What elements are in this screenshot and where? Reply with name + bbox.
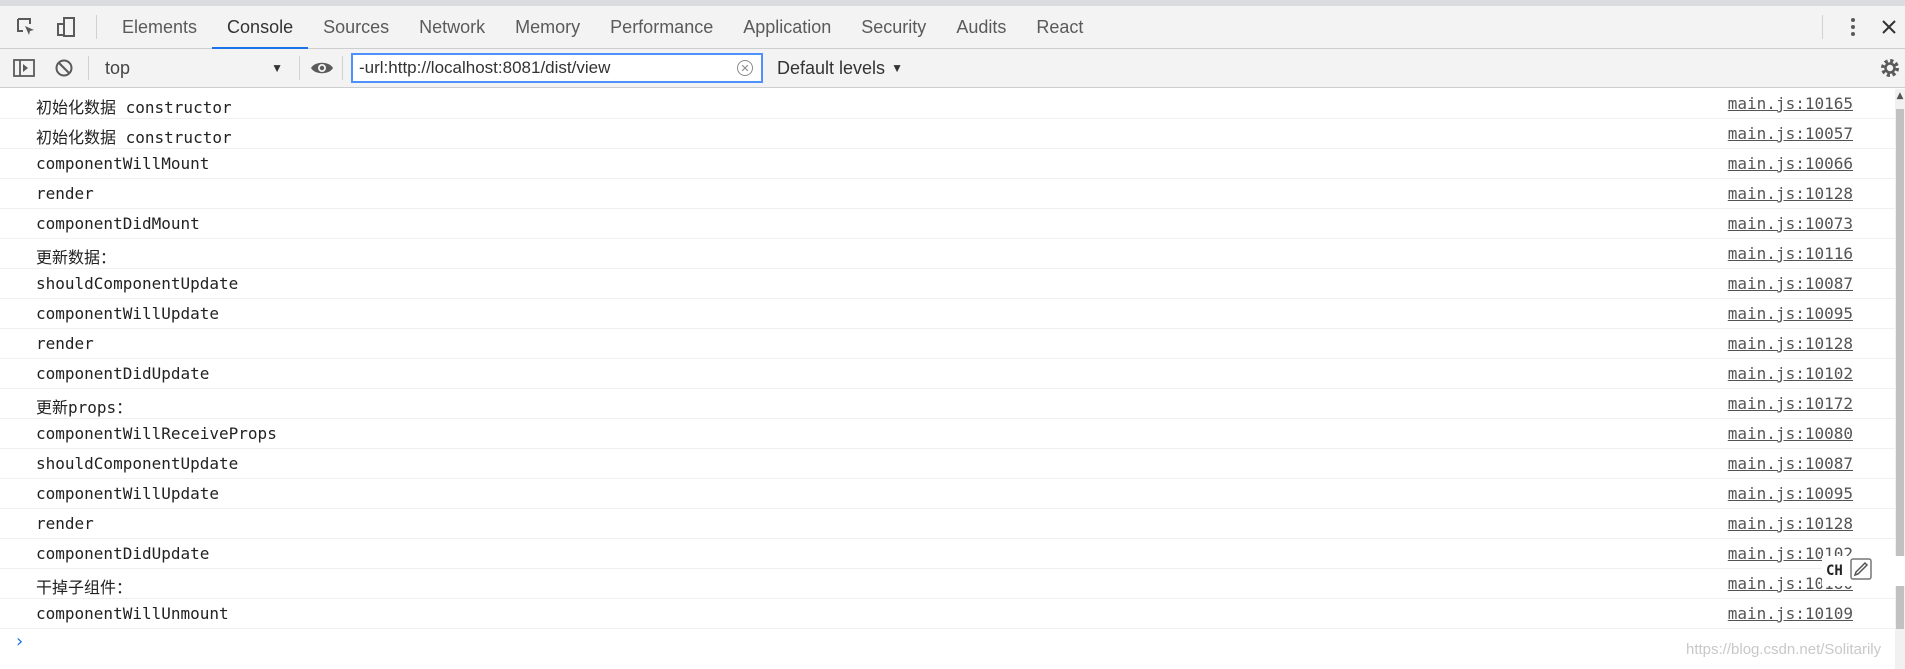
context-select[interactable]: top ▼ [93,53,293,83]
source-link[interactable]: main.js:10128 [1728,184,1853,203]
more-options-icon[interactable] [1833,6,1873,48]
ime-pen-icon[interactable] [1849,557,1873,585]
console-message-row: 更新数据： main.js:10116 [0,239,1895,269]
device-toolbar-icon[interactable] [46,6,86,48]
console-filter[interactable]: ✕ [351,53,763,83]
inspect-element-icon[interactable] [6,6,46,48]
toolbar-divider [342,56,343,80]
tab-security[interactable]: Security [846,6,941,48]
live-expression-eye-icon[interactable] [306,47,338,89]
console-message-text: shouldComponentUpdate [36,454,239,473]
show-sidebar-icon[interactable] [4,47,44,89]
devtools-tabbar: Elements Console Sources Network Memory Perfo… [0,6,1905,49]
context-select-value: top [105,57,131,78]
source-link[interactable]: main.js:10095 [1728,304,1853,323]
console-message-text: 更新props： [36,398,133,417]
tab-memory[interactable]: Memory [500,6,595,48]
source-link[interactable]: main.js:10102 [1728,364,1853,383]
console-message-text: 更新数据： [36,248,117,267]
source-link[interactable]: main.js:10095 [1728,484,1853,503]
source-link[interactable]: main.js:10066 [1728,154,1853,173]
console-message-row: 初始化数据 constructor main.js:10165 [0,89,1895,119]
source-link[interactable]: main.js:10128 [1728,514,1853,533]
prompt-chevron-icon: › [14,631,25,652]
scrollbar-thumb[interactable] [1896,109,1904,629]
source-link[interactable]: main.js:10080 [1728,424,1853,443]
console-toolbar: top ▼ ✕ Default levels ▼ [0,49,1905,88]
console-message-row: shouldComponentUpdate main.js:10087 [0,269,1895,299]
console-message-row: render main.js:10128 [0,509,1895,539]
clear-console-icon[interactable] [44,47,84,89]
tab-console[interactable]: Console [212,6,309,49]
tab-elements[interactable]: Elements [107,6,212,48]
console-message-text: shouldComponentUpdate [36,274,239,293]
console-message-row: 初始化数据 constructor main.js:10057 [0,119,1895,149]
source-link[interactable]: main.js:10116 [1728,244,1853,263]
tab-sources[interactable]: Sources [308,6,404,48]
console-message-row: componentDidUpdate main.js:10102 [0,539,1895,569]
source-link[interactable]: main.js:10087 [1728,454,1853,473]
watermark: https://blog.csdn.net/Solitarily [1686,641,1882,658]
console-message-text: componentWillUpdate [36,484,220,503]
filter-input[interactable] [359,58,729,78]
tab-audits[interactable]: Audits [941,6,1021,48]
panel-tabs: Elements Console Sources Network Memory Perfo… [107,6,1098,49]
tab-performance[interactable]: Performance [595,6,728,48]
console-message-text: componentWillReceiveProps [36,424,277,443]
console-message-row: componentWillUpdate main.js:10095 [0,479,1895,509]
source-link[interactable]: main.js:10109 [1728,604,1853,623]
chevron-down-icon: ▼ [271,61,283,75]
console-message-text: 初始化数据 constructor [36,98,232,117]
source-link[interactable]: main.js:10172 [1728,394,1853,413]
console-message-text: componentWillUpdate [36,304,220,323]
tab-react[interactable]: React [1021,6,1098,48]
close-icon[interactable] [1873,6,1905,48]
console-message-text: render [36,334,94,353]
console-message-row: componentDidMount main.js:10073 [0,209,1895,239]
console-message-text: componentWillUnmount [36,604,229,623]
source-link[interactable]: main.js:10073 [1728,214,1853,233]
console-message-row: componentWillUpdate main.js:10095 [0,299,1895,329]
settings-gear-icon[interactable] [1875,53,1905,83]
console-message-text: render [36,184,94,203]
log-levels-label: Default levels [777,57,886,78]
console-message-text: componentDidMount [36,214,200,233]
console-message-row: shouldComponentUpdate main.js:10087 [0,449,1895,479]
console-messages: 初始化数据 constructor main.js:10165 初始化数据 cons… [0,89,1895,669]
log-levels-dropdown[interactable]: Default levels ▼ [777,58,903,79]
tab-network[interactable]: Network [404,6,500,48]
source-link[interactable]: main.js:10128 [1728,334,1853,353]
scroll-up-arrow-icon[interactable]: ▲ [1895,91,1905,103]
console-message-text: 初始化数据 constructor [36,128,232,147]
toolbar-divider [1822,15,1823,39]
tab-application[interactable]: Application [728,6,846,48]
console-message-row: componentWillUnmount main.js:10109 [0,599,1895,629]
chevron-down-icon: ▼ [891,61,903,75]
console-message-row: componentWillReceiveProps main.js:10080 [0,419,1895,449]
ime-mode-label: CH [1826,563,1843,579]
console-message-text: componentWillMount [36,154,210,173]
console-message-row: componentDidUpdate main.js:10102 [0,359,1895,389]
console-prompt-row[interactable]: › [0,629,1895,659]
ime-toolbar[interactable]: CH [1822,556,1905,586]
console-message-text: render [36,514,94,533]
console-message-row: render main.js:10128 [0,179,1895,209]
source-link[interactable]: main.js:10087 [1728,274,1853,293]
source-link[interactable]: main.js:10057 [1728,124,1853,143]
console-message-text: componentDidUpdate [36,364,210,383]
toolbar-divider [88,56,89,80]
console-message-row: render main.js:10128 [0,329,1895,359]
console-message-row: componentWillMount main.js:10066 [0,149,1895,179]
console-message-text: 干掉子组件： [36,578,133,597]
console-message-row: 干掉子组件： main.js:10180 [0,569,1895,599]
console-message-text: componentDidUpdate [36,544,210,563]
toolbar-divider [299,56,300,80]
source-link[interactable]: main.js:10165 [1728,94,1853,113]
toolbar-divider [96,15,97,39]
console-message-row: 更新props： main.js:10172 [0,389,1895,419]
clear-filter-icon[interactable]: ✕ [737,60,753,76]
